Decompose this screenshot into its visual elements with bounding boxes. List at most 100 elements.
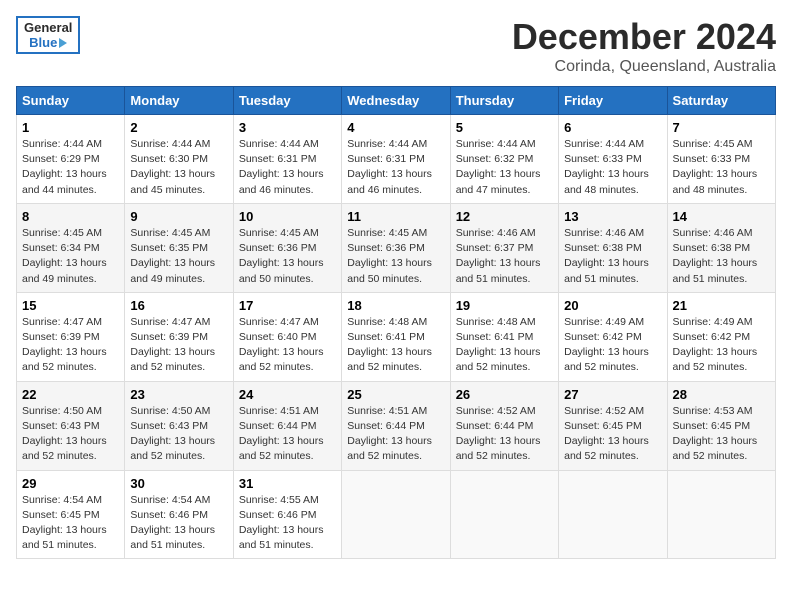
- calendar-table: SundayMondayTuesdayWednesdayThursdayFrid…: [16, 86, 776, 559]
- week-row-2: 8 Sunrise: 4:45 AMSunset: 6:34 PMDayligh…: [17, 203, 776, 292]
- calendar-cell: [667, 470, 775, 559]
- day-number: 26: [456, 387, 553, 402]
- day-number: 2: [130, 120, 227, 135]
- logo-blue-part: Blue: [29, 35, 67, 50]
- weekday-header-wednesday: Wednesday: [342, 87, 450, 115]
- day-number: 28: [673, 387, 770, 402]
- day-number: 10: [239, 209, 336, 224]
- calendar-cell: 14 Sunrise: 4:46 AMSunset: 6:38 PMDaylig…: [667, 203, 775, 292]
- day-number: 3: [239, 120, 336, 135]
- calendar-cell: 6 Sunrise: 4:44 AMSunset: 6:33 PMDayligh…: [559, 115, 667, 204]
- day-info: Sunrise: 4:47 AMSunset: 6:40 PMDaylight:…: [239, 316, 324, 374]
- logo-box: General Blue: [16, 16, 80, 54]
- calendar-cell: 13 Sunrise: 4:46 AMSunset: 6:38 PMDaylig…: [559, 203, 667, 292]
- day-number: 31: [239, 476, 336, 491]
- day-info: Sunrise: 4:50 AMSunset: 6:43 PMDaylight:…: [130, 405, 215, 463]
- day-number: 1: [22, 120, 119, 135]
- day-number: 8: [22, 209, 119, 224]
- calendar-cell: 2 Sunrise: 4:44 AMSunset: 6:30 PMDayligh…: [125, 115, 233, 204]
- week-row-1: 1 Sunrise: 4:44 AMSunset: 6:29 PMDayligh…: [17, 115, 776, 204]
- calendar-cell: 31 Sunrise: 4:55 AMSunset: 6:46 PMDaylig…: [233, 470, 341, 559]
- calendar-cell: [450, 470, 558, 559]
- day-number: 17: [239, 298, 336, 313]
- calendar-cell: 11 Sunrise: 4:45 AMSunset: 6:36 PMDaylig…: [342, 203, 450, 292]
- day-number: 6: [564, 120, 661, 135]
- day-info: Sunrise: 4:49 AMSunset: 6:42 PMDaylight:…: [564, 316, 649, 374]
- calendar-header: SundayMondayTuesdayWednesdayThursdayFrid…: [17, 87, 776, 115]
- logo-general-text: General: [24, 20, 72, 35]
- day-info: Sunrise: 4:46 AMSunset: 6:38 PMDaylight:…: [564, 227, 649, 285]
- day-number: 7: [673, 120, 770, 135]
- calendar-cell: 15 Sunrise: 4:47 AMSunset: 6:39 PMDaylig…: [17, 292, 125, 381]
- calendar-cell: 5 Sunrise: 4:44 AMSunset: 6:32 PMDayligh…: [450, 115, 558, 204]
- calendar-cell: 10 Sunrise: 4:45 AMSunset: 6:36 PMDaylig…: [233, 203, 341, 292]
- day-number: 27: [564, 387, 661, 402]
- calendar-cell: 3 Sunrise: 4:44 AMSunset: 6:31 PMDayligh…: [233, 115, 341, 204]
- weekday-header-friday: Friday: [559, 87, 667, 115]
- week-row-3: 15 Sunrise: 4:47 AMSunset: 6:39 PMDaylig…: [17, 292, 776, 381]
- day-number: 12: [456, 209, 553, 224]
- day-info: Sunrise: 4:51 AMSunset: 6:44 PMDaylight:…: [347, 405, 432, 463]
- day-info: Sunrise: 4:44 AMSunset: 6:31 PMDaylight:…: [347, 138, 432, 196]
- weekday-header-thursday: Thursday: [450, 87, 558, 115]
- weekday-header-row: SundayMondayTuesdayWednesdayThursdayFrid…: [17, 87, 776, 115]
- day-number: 16: [130, 298, 227, 313]
- calendar-cell: 19 Sunrise: 4:48 AMSunset: 6:41 PMDaylig…: [450, 292, 558, 381]
- day-number: 5: [456, 120, 553, 135]
- logo-arrow-icon: [59, 38, 67, 48]
- calendar-cell: 23 Sunrise: 4:50 AMSunset: 6:43 PMDaylig…: [125, 381, 233, 470]
- day-info: Sunrise: 4:54 AMSunset: 6:45 PMDaylight:…: [22, 494, 107, 552]
- calendar-cell: 4 Sunrise: 4:44 AMSunset: 6:31 PMDayligh…: [342, 115, 450, 204]
- day-number: 23: [130, 387, 227, 402]
- day-info: Sunrise: 4:50 AMSunset: 6:43 PMDaylight:…: [22, 405, 107, 463]
- day-info: Sunrise: 4:44 AMSunset: 6:31 PMDaylight:…: [239, 138, 324, 196]
- calendar-cell: 17 Sunrise: 4:47 AMSunset: 6:40 PMDaylig…: [233, 292, 341, 381]
- day-number: 29: [22, 476, 119, 491]
- calendar-cell: 9 Sunrise: 4:45 AMSunset: 6:35 PMDayligh…: [125, 203, 233, 292]
- day-number: 15: [22, 298, 119, 313]
- weekday-header-sunday: Sunday: [17, 87, 125, 115]
- week-row-5: 29 Sunrise: 4:54 AMSunset: 6:45 PMDaylig…: [17, 470, 776, 559]
- calendar-cell: 26 Sunrise: 4:52 AMSunset: 6:44 PMDaylig…: [450, 381, 558, 470]
- day-number: 4: [347, 120, 444, 135]
- day-info: Sunrise: 4:51 AMSunset: 6:44 PMDaylight:…: [239, 405, 324, 463]
- title-area: December 2024 Corinda, Queensland, Austr…: [512, 16, 776, 76]
- week-row-4: 22 Sunrise: 4:50 AMSunset: 6:43 PMDaylig…: [17, 381, 776, 470]
- day-info: Sunrise: 4:55 AMSunset: 6:46 PMDaylight:…: [239, 494, 324, 552]
- day-info: Sunrise: 4:45 AMSunset: 6:36 PMDaylight:…: [239, 227, 324, 285]
- day-info: Sunrise: 4:47 AMSunset: 6:39 PMDaylight:…: [22, 316, 107, 374]
- day-number: 25: [347, 387, 444, 402]
- calendar-cell: [559, 470, 667, 559]
- calendar-cell: 7 Sunrise: 4:45 AMSunset: 6:33 PMDayligh…: [667, 115, 775, 204]
- day-info: Sunrise: 4:46 AMSunset: 6:37 PMDaylight:…: [456, 227, 541, 285]
- calendar-cell: 12 Sunrise: 4:46 AMSunset: 6:37 PMDaylig…: [450, 203, 558, 292]
- day-number: 9: [130, 209, 227, 224]
- day-number: 18: [347, 298, 444, 313]
- calendar-cell: 30 Sunrise: 4:54 AMSunset: 6:46 PMDaylig…: [125, 470, 233, 559]
- day-number: 30: [130, 476, 227, 491]
- day-info: Sunrise: 4:52 AMSunset: 6:45 PMDaylight:…: [564, 405, 649, 463]
- day-number: 21: [673, 298, 770, 313]
- day-info: Sunrise: 4:45 AMSunset: 6:34 PMDaylight:…: [22, 227, 107, 285]
- day-info: Sunrise: 4:47 AMSunset: 6:39 PMDaylight:…: [130, 316, 215, 374]
- day-info: Sunrise: 4:48 AMSunset: 6:41 PMDaylight:…: [456, 316, 541, 374]
- calendar-cell: 28 Sunrise: 4:53 AMSunset: 6:45 PMDaylig…: [667, 381, 775, 470]
- day-number: 24: [239, 387, 336, 402]
- calendar-cell: 29 Sunrise: 4:54 AMSunset: 6:45 PMDaylig…: [17, 470, 125, 559]
- logo-blue-text: Blue: [29, 35, 57, 50]
- day-info: Sunrise: 4:53 AMSunset: 6:45 PMDaylight:…: [673, 405, 758, 463]
- day-number: 11: [347, 209, 444, 224]
- day-info: Sunrise: 4:45 AMSunset: 6:33 PMDaylight:…: [673, 138, 758, 196]
- calendar-cell: 27 Sunrise: 4:52 AMSunset: 6:45 PMDaylig…: [559, 381, 667, 470]
- location-title: Corinda, Queensland, Australia: [512, 58, 776, 76]
- calendar-body: 1 Sunrise: 4:44 AMSunset: 6:29 PMDayligh…: [17, 115, 776, 559]
- day-number: 13: [564, 209, 661, 224]
- day-number: 22: [22, 387, 119, 402]
- day-info: Sunrise: 4:45 AMSunset: 6:35 PMDaylight:…: [130, 227, 215, 285]
- day-info: Sunrise: 4:44 AMSunset: 6:32 PMDaylight:…: [456, 138, 541, 196]
- weekday-header-monday: Monday: [125, 87, 233, 115]
- day-info: Sunrise: 4:44 AMSunset: 6:30 PMDaylight:…: [130, 138, 215, 196]
- calendar-cell: 16 Sunrise: 4:47 AMSunset: 6:39 PMDaylig…: [125, 292, 233, 381]
- month-title: December 2024: [512, 16, 776, 58]
- day-info: Sunrise: 4:44 AMSunset: 6:33 PMDaylight:…: [564, 138, 649, 196]
